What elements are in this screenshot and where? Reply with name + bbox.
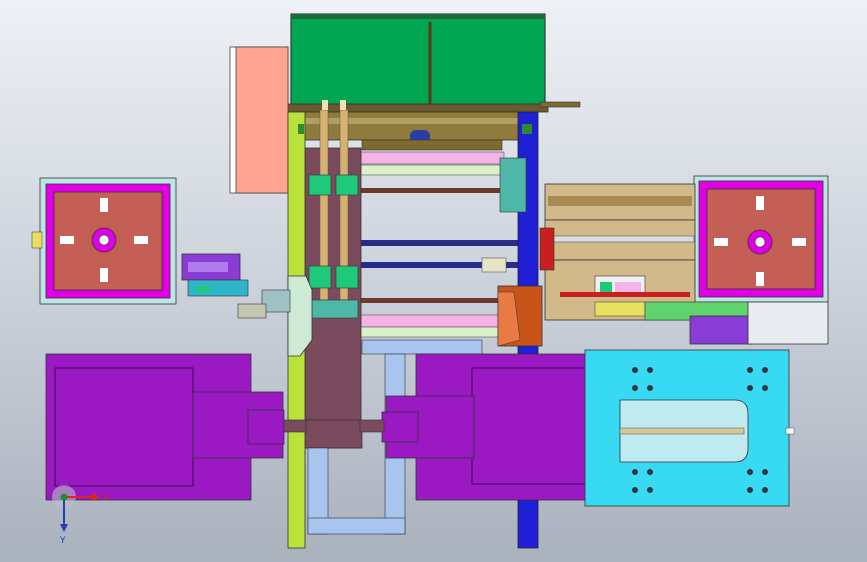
table-red-rod — [560, 292, 690, 297]
triad-z-arrow — [60, 524, 68, 532]
guide-strip-upper-lower — [357, 164, 505, 176]
clamp-1 — [308, 174, 332, 196]
cyan-plate — [584, 349, 795, 507]
bolt — [747, 385, 753, 391]
turntable-hole — [98, 234, 110, 246]
upper-carriage — [299, 111, 531, 151]
actuator-led — [196, 286, 210, 292]
carriage-strip — [300, 118, 530, 124]
hopper-side-bracket — [539, 101, 581, 108]
bolt — [747, 487, 753, 493]
right-turntable — [693, 175, 829, 303]
turntable-slot-left — [60, 236, 74, 244]
turntable-slot-right — [792, 238, 806, 246]
turntable-tab — [31, 231, 43, 249]
clamp-4 — [335, 265, 359, 289]
clamp-2 — [335, 174, 359, 196]
table-red-clamp — [539, 227, 555, 271]
guide-strip-lower-lower — [357, 326, 505, 338]
bracket-pin — [237, 303, 267, 319]
bolt — [647, 385, 653, 391]
tan-rod-cap-right — [340, 100, 346, 110]
right-small-actuator — [689, 315, 753, 345]
clamp-base — [309, 299, 359, 319]
right-white-block — [747, 301, 829, 345]
bolt — [747, 367, 753, 373]
turntable-slot-left — [714, 238, 728, 246]
plate-rod — [619, 427, 745, 435]
carriage-lower-beam — [361, 139, 503, 151]
guide-strip-upper — [357, 151, 505, 165]
table-top-rail — [548, 196, 692, 206]
turntable-hole — [754, 236, 766, 248]
assembly-drawing[interactable]: X Y — [0, 0, 867, 562]
shaft-coupler — [481, 257, 507, 273]
salmon-panel — [229, 46, 289, 194]
plum-foot — [299, 419, 363, 449]
blue-rail-upper-block — [499, 157, 527, 213]
motor-flange — [381, 411, 419, 443]
left-motor — [45, 353, 307, 501]
motor-shaft — [283, 419, 307, 433]
left-turntable — [31, 177, 177, 305]
shaft-upper — [360, 240, 520, 246]
bolt — [762, 487, 768, 493]
bolt — [747, 469, 753, 475]
turntable-slot-bottom — [756, 272, 764, 286]
panel-face — [235, 46, 289, 194]
turntable-slot-right — [134, 236, 148, 244]
motor-flange — [247, 409, 285, 445]
bolt — [762, 367, 768, 373]
actuator-window — [188, 262, 228, 272]
cad-viewport[interactable]: X Y — [0, 0, 867, 562]
turntable-slot-bottom — [100, 268, 108, 282]
bolt — [762, 469, 768, 475]
left-bracket — [237, 275, 313, 357]
tan-rod-cap-left — [322, 100, 328, 110]
bolt — [632, 367, 638, 373]
triad-y-axis-dot — [60, 493, 68, 501]
guide-strip-lower — [357, 314, 505, 328]
rail-marker — [298, 124, 304, 134]
table-sensor-led — [600, 282, 612, 292]
bracket-plate — [287, 275, 313, 357]
triad-y-label: Y — [59, 536, 66, 546]
bolt — [762, 385, 768, 391]
bolt — [647, 367, 653, 373]
green-hopper — [287, 13, 581, 113]
hopper-top-edge — [291, 14, 545, 19]
small-actuator-left — [181, 253, 249, 297]
bolt — [647, 469, 653, 475]
bolt — [647, 487, 653, 493]
duct-bottom — [307, 517, 406, 535]
table-sensor-label — [615, 282, 641, 292]
bolt — [632, 469, 638, 475]
rail-marker — [522, 124, 532, 134]
motor-shaft — [359, 419, 385, 433]
clamp-3 — [308, 265, 332, 289]
table-shaft — [547, 235, 695, 243]
turntable-slot-top — [100, 198, 108, 212]
hopper-body — [290, 13, 546, 111]
bolt — [632, 385, 638, 391]
turntable-slot-top — [756, 196, 764, 210]
triad-x-label: X — [103, 493, 109, 503]
table-yellow-block — [594, 301, 646, 317]
bolt — [632, 487, 638, 493]
duct-top — [361, 339, 483, 355]
plate-tab — [785, 427, 795, 435]
